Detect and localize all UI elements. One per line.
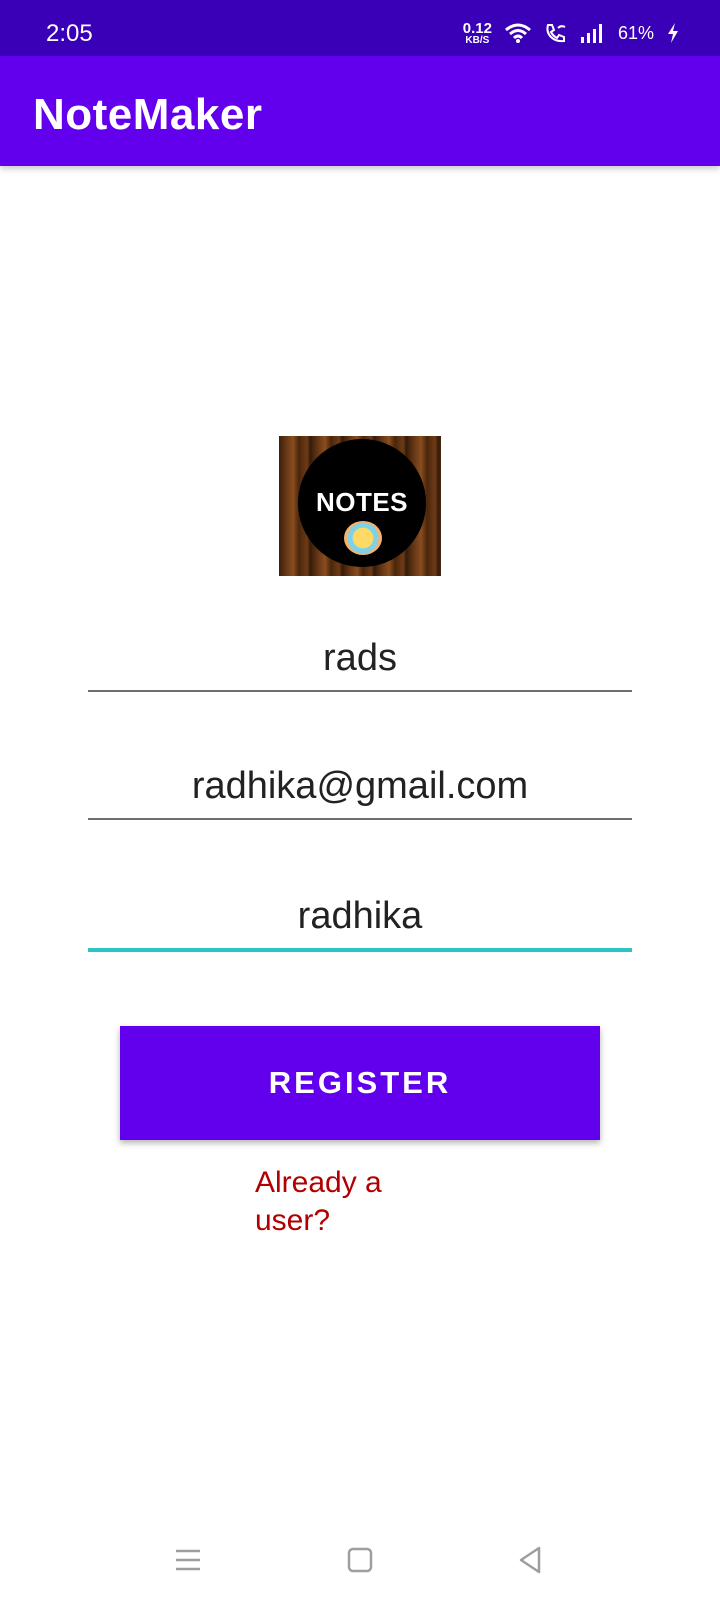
username-field[interactable]: rads — [88, 626, 632, 692]
already-user-link[interactable]: Already a user? — [255, 1164, 415, 1240]
status-bar: 2:05 0.12 KB/S 61% — [0, 0, 720, 56]
register-button[interactable]: REGISTER — [120, 1026, 600, 1140]
back-icon[interactable] — [511, 1540, 551, 1580]
battery-level: 61% — [617, 22, 654, 43]
signal-icon — [580, 22, 606, 44]
logo-circle: NOTES — [298, 439, 426, 567]
menu-icon[interactable] — [168, 1540, 208, 1580]
app-title: NoteMaker — [33, 90, 263, 139]
logo-illustration — [344, 521, 382, 555]
email-value[interactable]: radhika@gmail.com — [88, 754, 632, 818]
status-icons: 0.12 KB/S 61% — [463, 18, 680, 48]
password-value[interactable]: radhika — [88, 884, 632, 948]
email-field[interactable]: radhika@gmail.com — [88, 754, 632, 820]
navigation-bar — [0, 1520, 720, 1600]
network-speed-unit: KB/S — [465, 34, 490, 46]
password-field[interactable]: radhika — [88, 884, 632, 952]
notes-logo: NOTES — [279, 436, 441, 576]
username-value[interactable]: rads — [88, 626, 632, 690]
network-speed-value: 0.12 — [462, 19, 492, 37]
status-time: 2:05 — [46, 20, 93, 47]
logo-text: NOTES — [315, 487, 409, 517]
wifi-icon — [504, 22, 532, 44]
app-bar: NoteMaker — [0, 56, 720, 166]
home-icon[interactable] — [340, 1540, 380, 1580]
wifi-calling-icon — [544, 22, 568, 44]
charging-icon — [666, 22, 680, 44]
network-speed: 0.12 KB/S — [463, 21, 492, 46]
